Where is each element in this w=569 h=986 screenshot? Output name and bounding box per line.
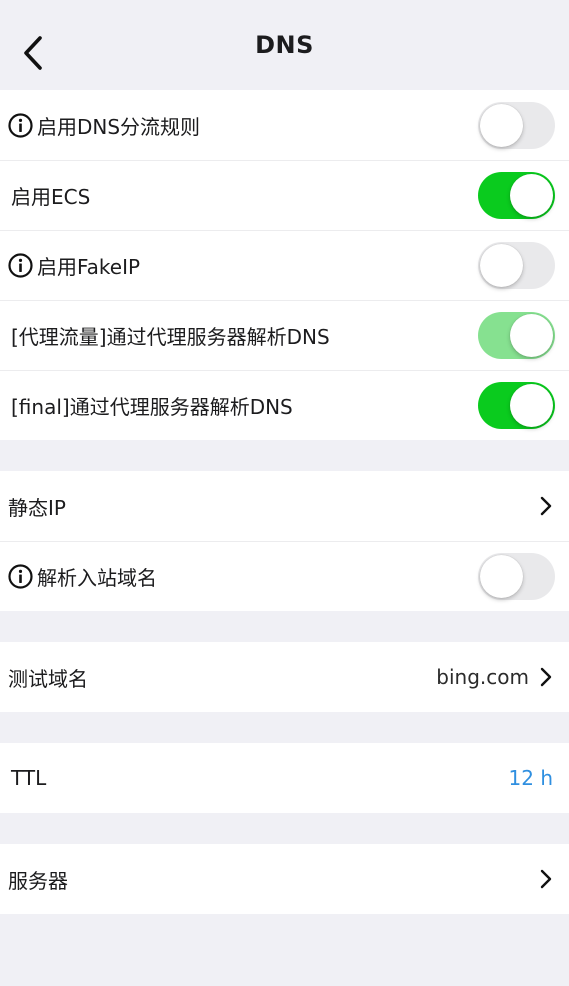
final-proxy-toggle[interactable] — [478, 381, 555, 429]
info-icon[interactable] — [8, 112, 33, 138]
row-test-domain[interactable]: 测试域名 bing.com — [0, 642, 569, 712]
servers-label: 服务器 — [8, 868, 68, 893]
row-dns-split-rules: 启用DNS分流规则 — [0, 90, 569, 160]
ecs-toggle[interactable] — [478, 171, 555, 219]
chevron-right-icon — [540, 496, 552, 516]
row-static-ip[interactable]: 静态IP — [0, 471, 569, 541]
toggle-knob — [480, 103, 523, 147]
toggle-knob — [510, 313, 553, 357]
chevron-left-icon — [24, 36, 42, 70]
navigation-bar: DNS — [0, 0, 569, 90]
static-ip-group: 静态IP 解析入站域名 — [0, 471, 569, 611]
fakeip-label: 启用FakeIP — [37, 254, 141, 279]
static-ip-label: 静态IP — [8, 495, 66, 520]
proxy-traffic-label: [代理流量]通过代理服务器解析DNS — [11, 324, 330, 349]
test-domain-value: bing.com — [436, 665, 529, 689]
test-domain-label: 测试域名 — [8, 666, 88, 691]
ecs-label: 启用ECS — [11, 184, 91, 209]
row-servers[interactable]: 服务器 — [0, 844, 569, 914]
row-enable-ecs: 启用ECS — [0, 160, 569, 230]
fakeip-label-wrap: 启用FakeIP — [8, 251, 478, 280]
row-ttl[interactable]: TTL 12 h — [0, 743, 569, 813]
resolve-inbound-toggle[interactable] — [478, 552, 555, 600]
row-final-proxy-dns: [final]通过代理服务器解析DNS — [0, 370, 569, 440]
chevron-right-icon — [540, 667, 552, 687]
ttl-group: TTL 12 h — [0, 743, 569, 813]
resolve-inbound-label-wrap: 解析入站域名 — [8, 562, 478, 591]
toggle-knob — [480, 243, 523, 287]
toggle-knob — [510, 173, 553, 217]
resolve-inbound-label: 解析入站域名 — [37, 565, 157, 590]
back-button[interactable] — [18, 34, 48, 72]
info-icon[interactable] — [8, 563, 33, 589]
dns-split-label: 启用DNS分流规则 — [37, 114, 201, 139]
dns-split-toggle[interactable] — [478, 101, 555, 149]
page-title: DNS — [255, 31, 314, 59]
toggle-knob — [510, 383, 553, 427]
row-proxy-traffic-dns: [代理流量]通过代理服务器解析DNS — [0, 300, 569, 370]
chevron-right-icon — [540, 869, 552, 889]
final-proxy-label: [final]通过代理服务器解析DNS — [11, 394, 293, 419]
fakeip-toggle[interactable] — [478, 241, 555, 289]
ttl-value[interactable]: 12 h — [509, 766, 553, 790]
proxy-traffic-toggle[interactable] — [478, 311, 555, 359]
dns-options-group: 启用DNS分流规则 启用ECS 启用FakeIP [代理流量]通过代理服务器解析… — [0, 90, 569, 440]
toggle-knob — [480, 554, 523, 598]
test-domain-group: 测试域名 bing.com — [0, 642, 569, 712]
dns-split-label-wrap: 启用DNS分流规则 — [8, 111, 478, 140]
ttl-label: TTL — [11, 766, 47, 790]
row-enable-fakeip: 启用FakeIP — [0, 230, 569, 300]
info-icon[interactable] — [8, 252, 33, 278]
row-resolve-inbound-domain: 解析入站域名 — [0, 541, 569, 611]
servers-group: 服务器 — [0, 844, 569, 914]
